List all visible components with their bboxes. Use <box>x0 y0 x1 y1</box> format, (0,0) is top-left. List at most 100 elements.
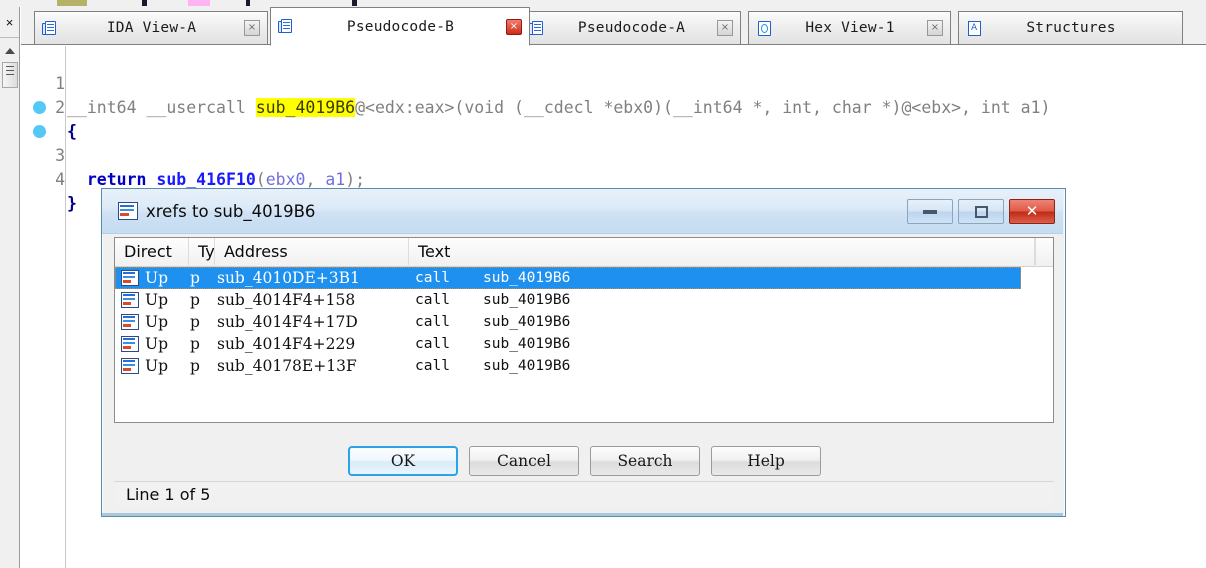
navigation-band <box>0 0 1206 7</box>
list-body[interactable]: Up p sub_4010DE+3B1 call sub_4019B6 Up p sub_40… <box>115 267 1053 424</box>
cell-address: sub_4010DE+3B1 <box>217 269 360 287</box>
tab-ida-view-a[interactable]: IDA View-A × <box>34 11 268 45</box>
tab-close-icon[interactable]: × <box>244 20 260 36</box>
cell-address: sub_4014F4+17D <box>217 313 358 331</box>
code-line-1[interactable]: 1 __int64 __usercall sub_4019B6@<edx:eax… <box>21 48 1050 117</box>
column-header-direct[interactable]: Direct <box>115 238 189 265</box>
code-line-4-text: } <box>67 194 77 213</box>
table-row[interactable]: Up p sub_4014F4+158 call sub_4019B6 <box>115 289 1021 311</box>
line1-type: __int64 __usercall <box>67 98 256 117</box>
column-header-address[interactable]: Address <box>215 238 409 265</box>
cell-text-target: sub_4019B6 <box>483 270 571 286</box>
maximize-button[interactable] <box>958 199 1004 224</box>
code-line-2[interactable]: 2 { <box>21 72 81 141</box>
dialog-bottom-accent <box>102 513 1063 516</box>
function-call[interactable]: sub_416F10 <box>156 170 255 189</box>
scroll-up-arrow-icon[interactable] <box>1 42 19 59</box>
code-line-3[interactable]: 3 return sub_416F10(ebx0, a1); <box>21 96 365 189</box>
breakpoint-icon[interactable] <box>33 125 46 138</box>
cell-address: sub_4014F4+158 <box>217 291 356 309</box>
tab-pseudocode-b[interactable]: Pseudocode-B × <box>270 7 530 46</box>
column-header-text[interactable]: Text <box>409 238 1035 265</box>
cell-text-op: call <box>415 336 450 352</box>
close-button[interactable]: ✕ <box>1009 199 1055 224</box>
xref-row-icon <box>121 314 139 330</box>
dialog-title: xrefs to sub_4019B6 <box>146 201 316 221</box>
navigation-band-mark <box>188 0 210 6</box>
column-header-ty[interactable]: Ty <box>189 238 215 265</box>
xref-row-icon <box>121 336 139 352</box>
dialog-title-bar[interactable]: xrefs to sub_4019B6 ✕ <box>102 189 1063 234</box>
table-row[interactable]: Up p sub_4014F4+229 call sub_4019B6 <box>115 333 1021 355</box>
paren-close: ); <box>345 170 366 189</box>
cell-text-op: call <box>415 270 450 286</box>
list-scrollbar-corner[interactable] <box>1035 238 1053 265</box>
cancel-button[interactable]: Cancel <box>469 446 579 476</box>
navigation-band-mark <box>246 0 250 6</box>
argument-1[interactable]: ebx0 <box>266 170 306 189</box>
ok-button[interactable]: OK <box>348 446 458 476</box>
help-button[interactable]: Help <box>711 446 821 476</box>
close-icon: ✕ <box>1025 202 1039 220</box>
line1-signature: @<edx:eax>(void (__cdecl *ebx0)(__int64 … <box>355 98 1051 117</box>
tab-close-icon[interactable]: × <box>717 20 733 36</box>
tab-label: IDA View-A <box>106 20 197 36</box>
line-number: 4 <box>55 170 65 189</box>
cell-type: p <box>190 313 200 331</box>
ida-main-window: × IDA View-A × Pseudocode-B × Pseudocode-A × H… <box>0 0 1206 568</box>
code-line-4[interactable]: 4 } <box>21 120 81 213</box>
cell-direction: Up <box>145 269 168 287</box>
minimize-button[interactable] <box>907 199 953 224</box>
table-row[interactable]: Up p sub_40178E+13F call sub_4019B6 <box>115 355 1021 377</box>
tab-label: Structures <box>1026 20 1116 36</box>
cell-direction: Up <box>145 313 168 331</box>
tab-hex-view-1[interactable]: Hex View-1 × <box>748 11 951 45</box>
argument-2[interactable]: a1 <box>325 170 345 189</box>
cell-text-target: sub_4019B6 <box>483 292 571 308</box>
cell-direction: Up <box>145 335 168 353</box>
tab-close-icon[interactable]: × <box>506 18 522 35</box>
search-button[interactable]: Search <box>590 446 700 476</box>
cell-text-op: call <box>415 358 450 374</box>
document-icon <box>42 20 59 37</box>
cell-address: sub_40178E+13F <box>217 357 357 375</box>
cell-address: sub_4014F4+229 <box>217 335 356 353</box>
cell-type: p <box>190 269 200 287</box>
cell-type: p <box>190 291 200 309</box>
cell-text-op: call <box>415 314 450 330</box>
scrollbar-thumb[interactable] <box>2 62 18 88</box>
code-vertical-scrollbar[interactable] <box>1 42 19 568</box>
breakpoint-icon[interactable] <box>33 101 46 114</box>
tab-label: Pseudocode-A <box>577 20 686 36</box>
cell-text-target: sub_4019B6 <box>483 314 571 330</box>
cell-text-target: sub_4019B6 <box>483 358 571 374</box>
close-icon[interactable]: × <box>0 7 19 38</box>
table-row[interactable]: Up p sub_4010DE+3B1 call sub_4019B6 <box>115 267 1021 289</box>
navigation-band-mark <box>352 0 357 6</box>
table-row[interactable]: Up p sub_4014F4+17D call sub_4019B6 <box>115 311 1021 333</box>
xrefs-dialog: xrefs to sub_4019B6 ✕ Direct Ty Address Tex… <box>101 188 1066 517</box>
cell-direction: Up <box>145 291 168 309</box>
document-icon <box>529 20 546 37</box>
xrefs-list[interactable]: Direct Ty Address Text Up p sub_4010DE+3B1 cal… <box>114 237 1054 423</box>
navigation-band-mark <box>142 0 147 6</box>
list-header: Direct Ty Address Text <box>115 238 1053 267</box>
tab-structures[interactable]: A Structures <box>958 11 1183 45</box>
tab-pseudocode-a[interactable]: Pseudocode-A × <box>521 11 741 45</box>
tab-label: Hex View-1 <box>805 20 895 36</box>
tab-close-icon[interactable]: × <box>927 20 943 36</box>
tab-label: Pseudocode-B <box>346 18 455 35</box>
hex-view-icon <box>756 20 773 37</box>
xrefs-icon <box>118 202 138 220</box>
structures-icon: A <box>966 20 983 37</box>
comma: , <box>305 170 326 189</box>
status-text: Line 1 of 5 <box>126 485 211 504</box>
code-line-1-text: __int64 __usercall sub_4019B6@<edx:eax>(… <box>67 96 1050 120</box>
document-icon <box>278 18 295 35</box>
cell-text-op: call <box>415 292 450 308</box>
xref-row-icon <box>121 358 139 374</box>
highlighted-symbol[interactable]: sub_4019B6 <box>255 98 356 117</box>
cell-direction: Up <box>145 357 168 375</box>
paren-open: ( <box>255 170 266 189</box>
close-icon-glyph: × <box>5 14 14 30</box>
